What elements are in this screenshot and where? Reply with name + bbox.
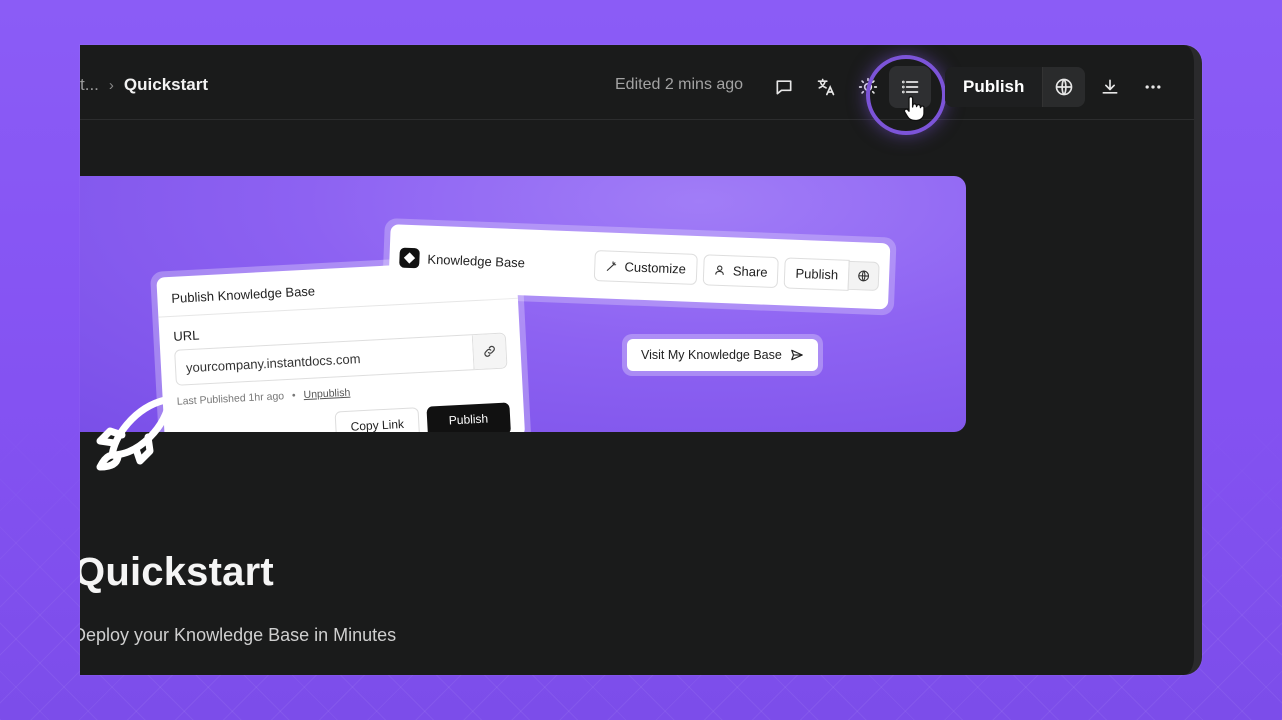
editor-window: t... › Quickstart Edited 2 mins ago Publ… [80,45,1202,675]
download-button[interactable] [1092,69,1128,105]
comment-button[interactable] [766,69,802,105]
edited-status: Edited 2 mins ago [615,76,744,93]
cover-banner: Publish Knowledge Base URL yourcompany.i… [80,176,966,432]
page-subtitle[interactable]: Deploy your Knowledge Base in Minutes [80,625,396,646]
page-title[interactable]: Quickstart [80,550,274,595]
share-pill: Share [702,253,780,288]
breadcrumb-parent[interactable]: t... [80,75,99,95]
site-settings-button[interactable] [1042,67,1086,107]
copy-link-button: Copy Link [334,407,420,432]
visit-kb-wrapper: Visit My Knowledge Base [622,334,823,376]
list-icon [902,80,919,94]
translate-button[interactable] [808,69,844,105]
send-icon [790,349,803,361]
top-bar: t... › Quickstart Edited 2 mins ago Publ… [80,55,1194,135]
hand-cursor-icon [903,96,925,122]
visit-kb-button: Visit My Knowledge Base [627,339,818,371]
more-icon [1145,85,1161,89]
user-icon [714,264,724,275]
unpublish-link: Unpublish [303,386,351,402]
kb-title: Knowledge Base [427,251,526,270]
magic-wand-icon [607,260,617,271]
globe-icon [1056,78,1073,96]
customize-pill: Customize [593,249,698,285]
rocket-icon [96,395,174,471]
kb-publish-pill: Publish [783,256,850,291]
translate-icon [817,78,835,96]
breadcrumb: t... › Quickstart [80,75,208,95]
publish-button[interactable]: Publish [945,67,1043,107]
url-value: yourcompany.instantdocs.com [185,350,361,375]
kb-globe-icon [847,260,880,291]
more-button[interactable] [1135,69,1171,105]
publish-card-button: Publish [426,402,511,432]
comment-icon [776,80,792,95]
breadcrumb-separator: › [108,76,114,94]
publish-group: Publish [945,67,1086,107]
kb-logo-icon [399,247,420,269]
breadcrumb-current[interactable]: Quickstart [124,75,208,95]
download-icon [1102,79,1118,94]
link-icon [471,333,507,370]
